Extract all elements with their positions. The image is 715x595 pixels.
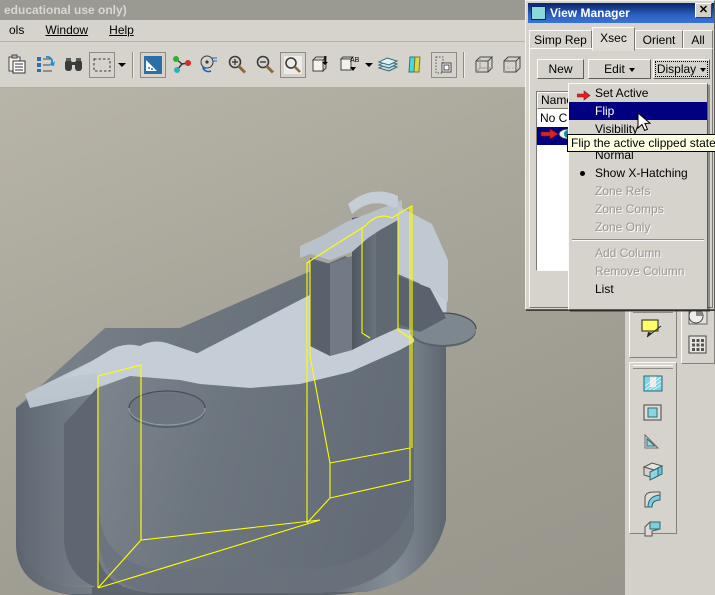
chevron-down-icon [628,67,635,72]
spin-center-icon[interactable] [196,52,222,78]
tab-simp-rep[interactable]: Simp Rep [529,30,592,49]
annotation-dropdown-arrow[interactable] [363,52,374,78]
menu-tools[interactable]: ols [0,20,33,41]
menu-item-add-column: Add Column [595,246,662,260]
shading-icon[interactable] [140,51,166,78]
create-xsec-icon[interactable] [639,314,667,342]
datum-points-icon[interactable] [168,52,194,78]
regenerate-icon[interactable] [33,52,59,78]
menu-separator-2 [572,239,704,241]
display-button[interactable]: Display [653,59,710,79]
panel-grip-2[interactable] [633,365,673,369]
toolbar-separator-2 [463,51,465,78]
layer-icon[interactable] [308,52,334,78]
shell-feature-icon[interactable] [639,399,667,427]
draft-feature-icon[interactable] [639,428,667,456]
stack-icon[interactable] [375,52,401,78]
zoom-out-icon[interactable] [252,52,278,78]
radio-bullet-icon [580,171,585,176]
menu-window[interactable]: Window [36,20,97,41]
menu-item-zone-comps: Zone Comps [595,202,664,216]
colors-icon[interactable] [403,52,429,78]
clipboard-icon[interactable] [5,52,31,78]
hidden-line-cube-icon[interactable] [499,52,525,78]
application-window: educational use only) ols Window Help AB… [0,0,715,595]
toolbar-separator [132,51,134,78]
svg-text:AB: AB [350,57,360,64]
window-title-text: educational use only) [4,3,127,17]
xsec-tools-panel [629,306,677,358]
grid-table-icon[interactable] [684,331,712,359]
saved-views-icon[interactable] [431,51,457,78]
view-manager-title-bar[interactable]: View Manager [528,3,714,23]
menu-item-show-x-hatching[interactable]: Show X-Hatching [569,164,707,182]
annotation-ab-icon[interactable]: AB [336,52,362,78]
refit-icon[interactable] [280,51,306,78]
menu-item-zone-only: Zone Only [595,220,651,234]
view-manager-tabs: Simp Rep Xsec Orient All [529,27,713,51]
mouse-cursor [637,111,653,137]
chamfer-feature-icon[interactable] [639,515,667,543]
right-dock [625,300,715,595]
selection-filter-dropdown-arrow[interactable] [116,52,127,78]
slot-feature-icon[interactable] [639,370,667,398]
menu-item-list[interactable]: List [569,280,707,298]
round-feature-icon[interactable] [639,486,667,514]
menu-help[interactable]: Help [100,20,143,41]
menu-item-remove-column: Remove Column [595,264,685,278]
feature-tools-panel [629,362,677,537]
tab-orient[interactable]: Orient [635,30,683,49]
wireframe-cube-icon[interactable] [471,52,497,78]
find-icon[interactable] [61,52,87,78]
edit-button[interactable]: Edit [588,59,651,79]
focus-ring [655,61,708,77]
rib-feature-icon[interactable] [639,457,667,485]
view-manager-icon [531,6,546,20]
close-icon[interactable]: ✕ [695,3,712,18]
menu-item-zone-refs: Zone Refs [595,184,651,198]
view-manager-title-text: View Manager [550,6,630,20]
selection-box-icon[interactable] [89,51,115,78]
new-button[interactable]: New [537,59,584,79]
zoom-in-icon[interactable] [224,52,250,78]
menu-item-set-active[interactable]: Set Active [569,84,707,102]
tab-all[interactable]: All [683,30,713,49]
tab-xsec[interactable]: Xsec [592,27,635,51]
